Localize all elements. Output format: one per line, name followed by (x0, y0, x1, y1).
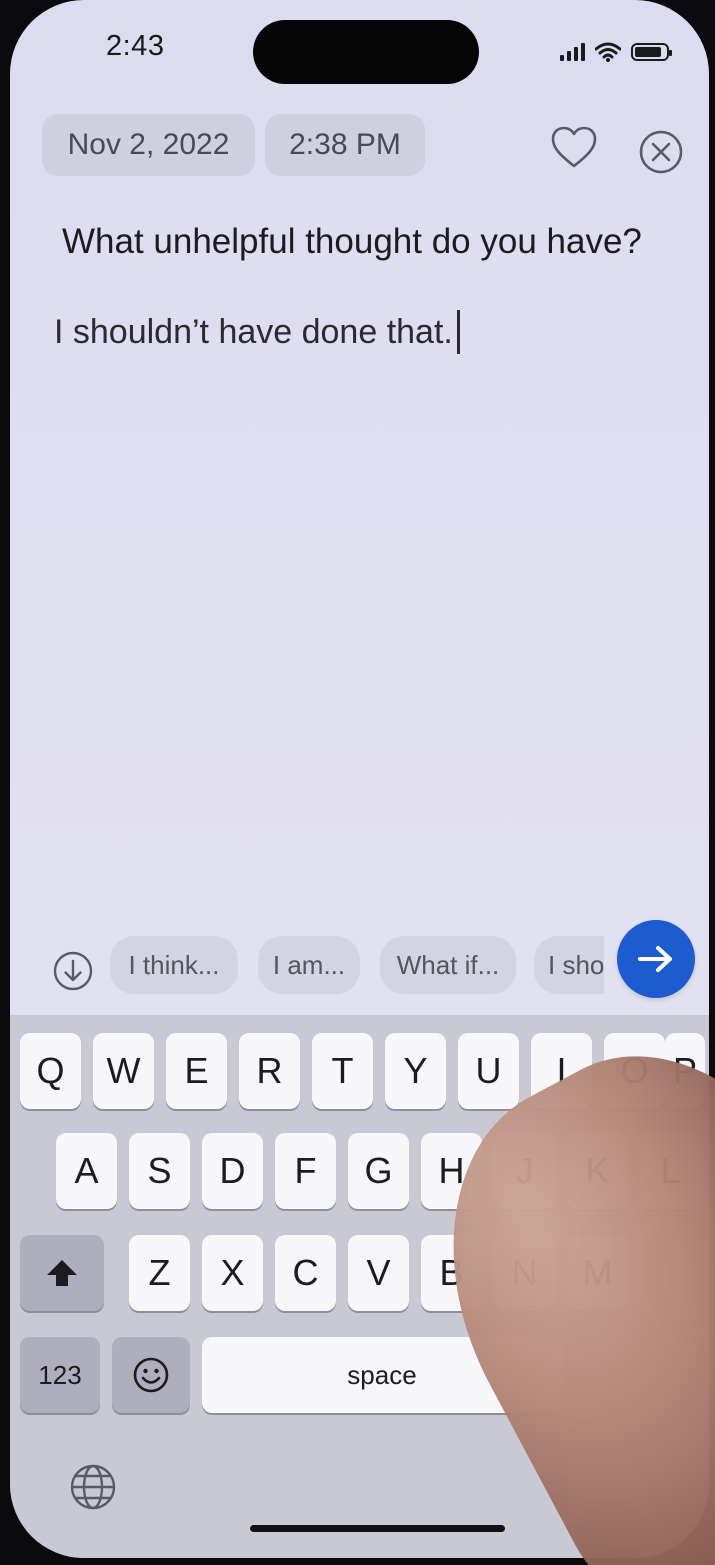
suggestion-chip[interactable]: I sho (534, 936, 604, 994)
suggestion-chip[interactable]: I think... (110, 936, 238, 994)
key-t[interactable]: T (312, 1033, 373, 1109)
suggestion-chip[interactable]: I am... (258, 936, 360, 994)
key-d[interactable]: D (202, 1133, 263, 1209)
suggestion-chip[interactable]: What if... (380, 936, 516, 994)
text-cursor (456, 310, 460, 354)
wifi-icon (595, 42, 621, 62)
key-s[interactable]: S (129, 1133, 190, 1209)
suggestion-bar: I think... I am... What if... I sho (10, 920, 709, 1010)
shift-key[interactable] (20, 1235, 104, 1311)
next-button[interactable] (617, 920, 695, 998)
key-f[interactable]: F (275, 1133, 336, 1209)
key-c[interactable]: C (275, 1235, 336, 1311)
key-q[interactable]: Q (20, 1033, 81, 1109)
key-x[interactable]: X (202, 1235, 263, 1311)
arrow-down-circle-icon[interactable] (52, 950, 94, 992)
arrow-right-icon (638, 946, 672, 972)
prompt-question: What unhelpful thought do you have? (62, 222, 642, 261)
cellular-signal-icon (560, 43, 585, 61)
key-g[interactable]: G (348, 1133, 409, 1209)
key-u[interactable]: U (458, 1033, 519, 1109)
status-time: 2:43 (106, 30, 165, 62)
thought-entry-text: I shouldn’t have done that. (54, 312, 453, 351)
shift-icon (47, 1260, 77, 1286)
key-r[interactable]: R (239, 1033, 300, 1109)
dynamic-island (253, 20, 479, 84)
globe-icon[interactable] (68, 1462, 118, 1512)
status-icons (560, 42, 672, 62)
home-indicator[interactable] (250, 1525, 505, 1532)
key-a[interactable]: A (56, 1133, 117, 1209)
key-y[interactable]: Y (385, 1033, 446, 1109)
key-v[interactable]: V (348, 1235, 409, 1311)
numbers-key[interactable]: 123 (20, 1337, 100, 1413)
date-chip[interactable]: Nov 2, 2022 (42, 114, 255, 176)
key-e[interactable]: E (166, 1033, 227, 1109)
close-circle-icon[interactable] (638, 129, 684, 175)
battery-icon (631, 43, 672, 61)
thought-entry-field[interactable]: I shouldn’t have done that. (54, 310, 460, 354)
key-z[interactable]: Z (129, 1235, 190, 1311)
time-chip[interactable]: 2:38 PM (265, 114, 425, 176)
key-w[interactable]: W (93, 1033, 154, 1109)
emoji-icon (133, 1357, 169, 1393)
emoji-key[interactable] (112, 1337, 190, 1413)
heart-icon[interactable] (550, 124, 598, 170)
